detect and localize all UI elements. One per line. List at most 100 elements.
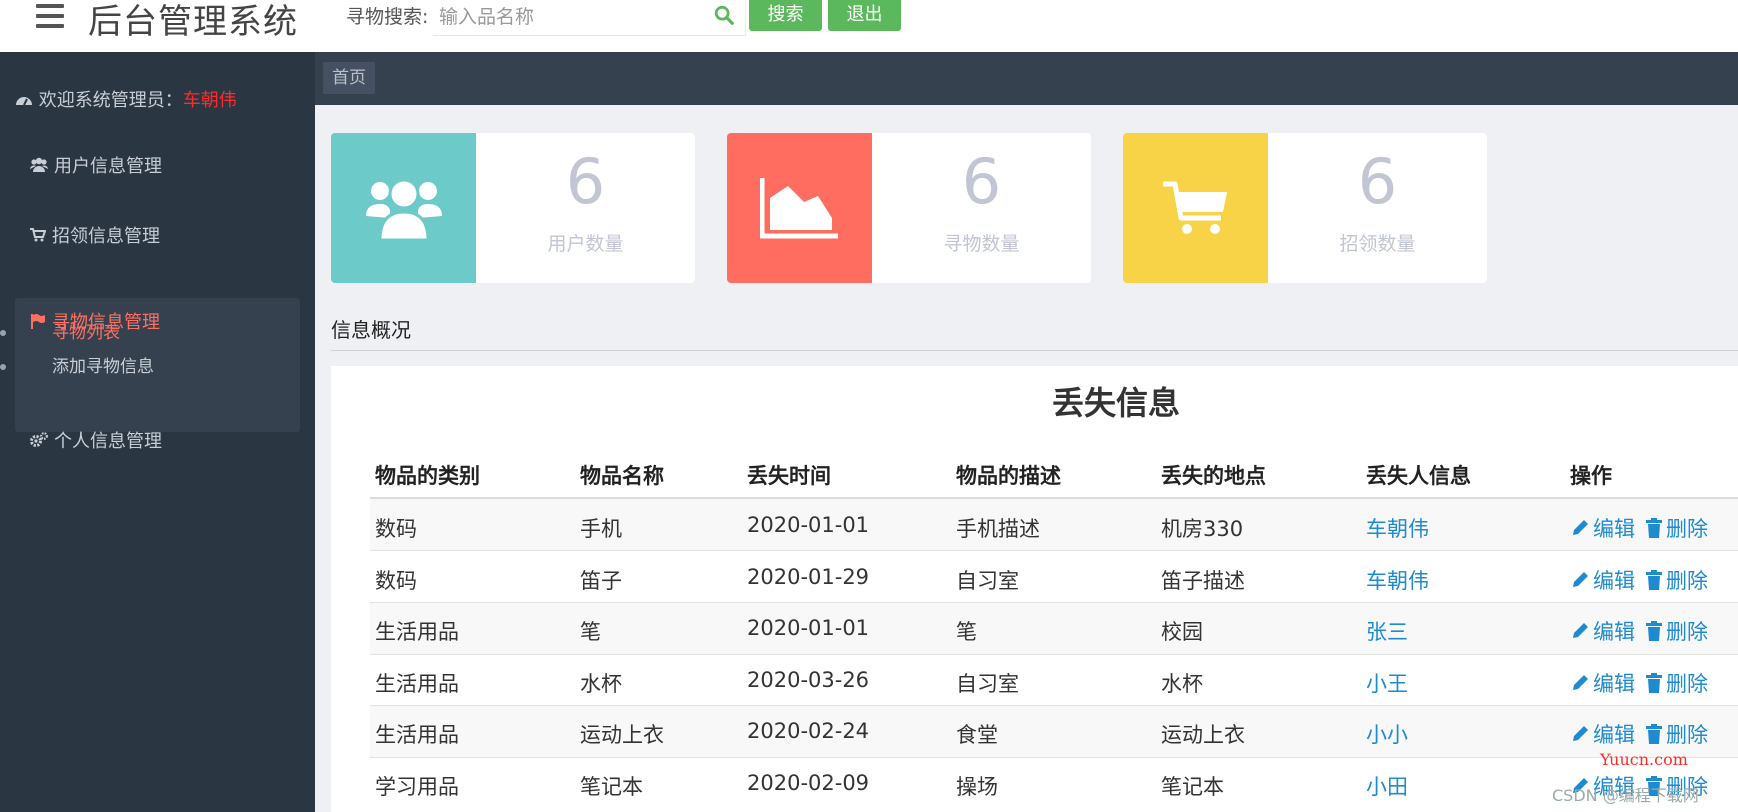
cell-owner-link[interactable]: 小王	[1366, 668, 1408, 698]
search-label: 寻物搜索:	[346, 6, 429, 28]
cell-owner-link[interactable]: 小小	[1366, 719, 1408, 749]
overview-title: 信息概况	[331, 318, 411, 342]
table-row	[370, 706, 1738, 758]
cell-date: 2020-01-01	[747, 513, 870, 537]
stat-card-users[interactable]: 6 用户数量	[331, 133, 695, 283]
bullet-icon	[0, 364, 6, 370]
cell-name: 笔记本	[580, 775, 643, 799]
row-actions: 编辑 删除	[1570, 616, 1708, 646]
watermark-text: Yuucn.com	[1600, 750, 1688, 769]
row-actions: 编辑 删除	[1570, 668, 1708, 698]
cell-category: 学习用品	[375, 775, 459, 799]
cell-description: 笔	[956, 620, 977, 644]
pencil-icon	[1573, 572, 1588, 587]
delete-button[interactable]: 删除	[1666, 565, 1708, 595]
table-row	[370, 654, 1738, 706]
cell-owner-link[interactable]: 张三	[1366, 616, 1408, 646]
stat-label: 用户数量	[547, 233, 624, 255]
edit-button[interactable]: 编辑	[1593, 668, 1635, 698]
stat-label: 寻物数量	[943, 233, 1020, 255]
trash-icon	[1646, 724, 1662, 744]
trash-icon	[1646, 518, 1662, 538]
stat-card-claims[interactable]: 6 招领数量	[1123, 133, 1487, 283]
logout-button[interactable]: 退出	[828, 0, 901, 31]
search-box	[433, 0, 746, 36]
table-row	[370, 603, 1738, 655]
table-row	[370, 757, 1738, 808]
table-row	[370, 551, 1738, 603]
cell-description: 手机描述	[956, 517, 1040, 541]
cell-date: 2020-01-29	[747, 565, 870, 589]
stat-icon-box	[1123, 133, 1268, 283]
search-input[interactable]	[433, 0, 701, 34]
edit-button[interactable]: 编辑	[1593, 565, 1635, 595]
cell-owner-link[interactable]: 车朝伟	[1366, 565, 1429, 595]
cell-name: 笛子	[580, 569, 622, 593]
gears-icon	[30, 432, 48, 447]
column-header: 物品的描述	[956, 464, 1061, 488]
sidebar-item-profile[interactable]: 个人信息管理	[30, 427, 162, 453]
flag-icon	[31, 314, 45, 329]
sidebar-item-label: 招领信息管理	[52, 226, 160, 247]
cell-date: 2020-03-26	[747, 668, 870, 692]
sidebar-item-users[interactable]: 用户信息管理	[30, 152, 162, 178]
column-header: 物品名称	[580, 464, 664, 488]
cell-category: 生活用品	[375, 620, 459, 644]
cell-owner-link[interactable]: 车朝伟	[1366, 513, 1429, 543]
welcome-prefix: 欢迎系统管理员：	[38, 90, 183, 111]
cell-name: 笔	[580, 620, 601, 644]
cell-category: 生活用品	[375, 723, 459, 747]
delete-button[interactable]: 删除	[1666, 513, 1708, 543]
edit-button[interactable]: 编辑	[1593, 513, 1635, 543]
sidebar-subitem-add-lost[interactable]: 添加寻物信息	[52, 352, 154, 377]
row-actions: 编辑 删除	[1570, 565, 1708, 595]
column-header: 丢失人信息	[1366, 464, 1471, 488]
table-title: 丢失信息	[1052, 384, 1181, 422]
menu-toggle-icon[interactable]	[36, 4, 64, 28]
search-icon[interactable]	[713, 4, 735, 26]
trash-icon	[1646, 570, 1662, 590]
sidebar-subitem-lost-list[interactable]: 寻物列表	[52, 318, 120, 343]
row-actions: 编辑 删除	[1570, 513, 1708, 543]
cell-date: 2020-02-09	[747, 771, 870, 795]
cell-name: 运动上衣	[580, 723, 664, 747]
breadcrumb: 首页	[315, 52, 1738, 105]
sidebar-item-label: 个人信息管理	[54, 431, 162, 452]
column-header: 丢失时间	[747, 464, 831, 488]
sidebar-item-claims[interactable]: 招领信息管理	[30, 222, 160, 248]
cell-owner-link[interactable]: 小田	[1366, 771, 1408, 801]
app-title: 后台管理系统	[88, 2, 298, 42]
stat-icon-box	[727, 133, 872, 283]
users-icon	[30, 157, 48, 172]
cell-location: 笛子描述	[1161, 569, 1245, 593]
top-header: 后台管理系统 寻物搜索: 搜索 退出	[0, 0, 1738, 52]
cell-name: 手机	[580, 517, 622, 541]
cart-icon	[30, 228, 46, 242]
edit-button[interactable]: 编辑	[1593, 616, 1635, 646]
sidebar: 欢迎系统管理员：车朝伟 用户信息管理 招领信息管理 寻物信息管理 寻物列表 添加…	[0, 52, 315, 812]
search-button[interactable]: 搜索	[749, 0, 822, 31]
cell-description: 自习室	[956, 672, 1019, 696]
cell-category: 数码	[375, 517, 417, 541]
row-actions: 编辑 删除	[1570, 719, 1708, 749]
cell-location: 校园	[1161, 620, 1203, 644]
stat-card-lost-items[interactable]: 6 寻物数量	[727, 133, 1091, 283]
breadcrumb-home[interactable]: 首页	[323, 62, 375, 94]
cell-description: 自习室	[956, 569, 1019, 593]
delete-button[interactable]: 删除	[1666, 668, 1708, 698]
area-chart-icon	[759, 178, 838, 239]
pencil-icon	[1573, 675, 1588, 690]
cell-location: 笔记本	[1161, 775, 1224, 799]
column-header: 物品的类别	[375, 464, 480, 488]
pencil-icon	[1573, 520, 1588, 535]
column-header: 丢失的地点	[1161, 464, 1266, 488]
cart-icon	[1162, 181, 1227, 234]
cell-description: 操场	[956, 775, 998, 799]
bullet-icon	[0, 330, 6, 336]
edit-button[interactable]: 编辑	[1593, 719, 1635, 749]
delete-button[interactable]: 删除	[1666, 719, 1708, 749]
welcome-text: 欢迎系统管理员：车朝伟	[15, 86, 237, 112]
cell-location: 水杯	[1161, 672, 1203, 696]
delete-button[interactable]: 删除	[1666, 616, 1708, 646]
stat-icon-box	[331, 133, 476, 283]
